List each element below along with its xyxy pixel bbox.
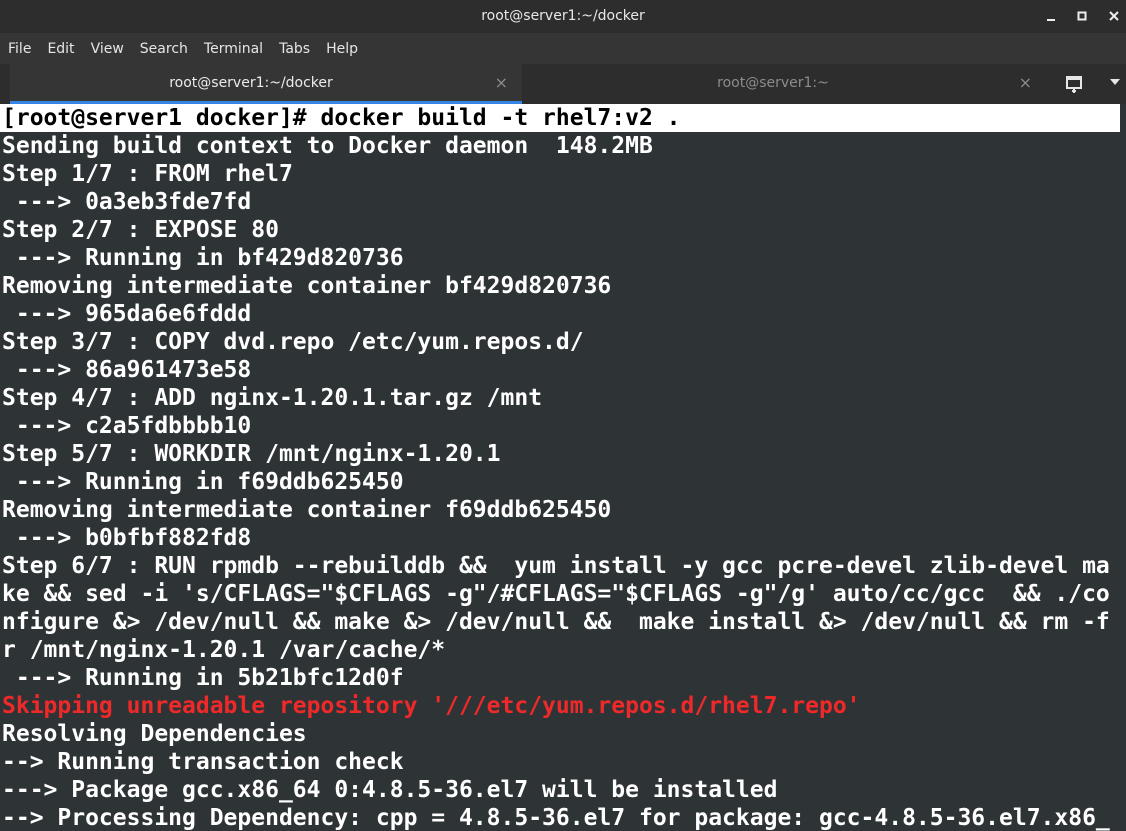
terminal-line: Step 1/7 : FROM rhel7 <box>2 161 293 187</box>
chevron-down-icon[interactable] <box>1109 76 1121 90</box>
menu-file[interactable]: File <box>0 41 39 57</box>
terminal-line: Step 3/7 : COPY dvd.repo /etc/yum.repos.… <box>2 329 584 355</box>
tab-close-icon[interactable]: × <box>495 73 508 92</box>
menu-bar: File Edit View Search Terminal Tabs Help <box>0 33 1126 64</box>
terminal-line: Step 6/7 : RUN rpmdb --rebuilddb && yum … <box>2 553 1110 579</box>
terminal-line: Step 2/7 : EXPOSE 80 <box>2 217 279 243</box>
terminal-line: Removing intermediate container bf429d82… <box>2 273 612 299</box>
terminal-line: --> Processing Dependency: cpp = 4.8.5-3… <box>2 805 1110 831</box>
tab-label: root@server1:~/docker <box>169 75 333 91</box>
terminal-line: ---> 965da6e6fddd <box>2 301 252 327</box>
terminal-line: ---> Running in bf429d820736 <box>2 245 404 271</box>
terminal-line: Step 5/7 : WORKDIR /mnt/nginx-1.20.1 <box>2 441 501 467</box>
title-bar: root@server1:~/docker <box>0 0 1126 33</box>
terminal-line: nfigure &> /dev/null && make &> /dev/nul… <box>2 609 1110 635</box>
terminal-line: Step 4/7 : ADD nginx-1.20.1.tar.gz /mnt <box>2 385 543 411</box>
terminal-line: ---> Running in f69ddb625450 <box>2 469 404 495</box>
terminal-line: ---> Running in 5b21bfc12d0f <box>2 665 404 691</box>
menu-help[interactable]: Help <box>318 41 366 57</box>
scrollbar[interactable] <box>1122 104 1126 831</box>
terminal-line: ---> Package gcc.x86_64 0:4.8.5-36.el7 w… <box>2 777 778 803</box>
menu-terminal[interactable]: Terminal <box>196 41 271 57</box>
window-title: root@server1:~/docker <box>481 8 645 24</box>
tab-home[interactable]: root@server1:~ × <box>530 64 1046 104</box>
terminal-line: ke && sed -i 's/CFLAGS="$CFLAGS -g"/#CFL… <box>2 581 1110 607</box>
terminal-line: ---> b0bfbf882fd8 <box>2 525 252 551</box>
tab-bar: root@server1:~/docker × root@server1:~ × <box>0 64 1126 104</box>
minimize-icon[interactable] <box>1041 6 1061 26</box>
menu-search[interactable]: Search <box>132 41 196 57</box>
new-tab-icon[interactable] <box>1064 72 1088 96</box>
terminal-line: ---> c2a5fdbbbb10 <box>2 413 252 439</box>
terminal-output[interactable]: [root@server1 docker]# docker build -t r… <box>0 104 1122 831</box>
terminal-line: ---> 86a961473e58 <box>2 357 252 383</box>
maximize-icon[interactable] <box>1072 6 1092 26</box>
command-line: [root@server1 docker]# docker build -t r… <box>0 104 1120 132</box>
tab-label: root@server1:~ <box>717 75 829 91</box>
tab-docker[interactable]: root@server1:~/docker × <box>10 64 522 104</box>
error-line: Skipping unreadable repository '///etc/y… <box>2 693 861 719</box>
terminal-line: ---> 0a3eb3fde7fd <box>2 189 252 215</box>
terminal-line: Resolving Dependencies <box>2 721 307 747</box>
menu-edit[interactable]: Edit <box>39 41 82 57</box>
menu-tabs[interactable]: Tabs <box>271 41 318 57</box>
tab-close-icon[interactable]: × <box>1019 73 1032 92</box>
terminal-line: --> Running transaction check <box>2 749 404 775</box>
close-icon[interactable] <box>1104 6 1124 26</box>
menu-view[interactable]: View <box>83 41 132 57</box>
terminal-line: r /mnt/nginx-1.20.1 /var/cache/* <box>2 637 446 663</box>
terminal-line: Removing intermediate container f69ddb62… <box>2 497 612 523</box>
terminal-line: Sending build context to Docker daemon 1… <box>2 133 653 159</box>
